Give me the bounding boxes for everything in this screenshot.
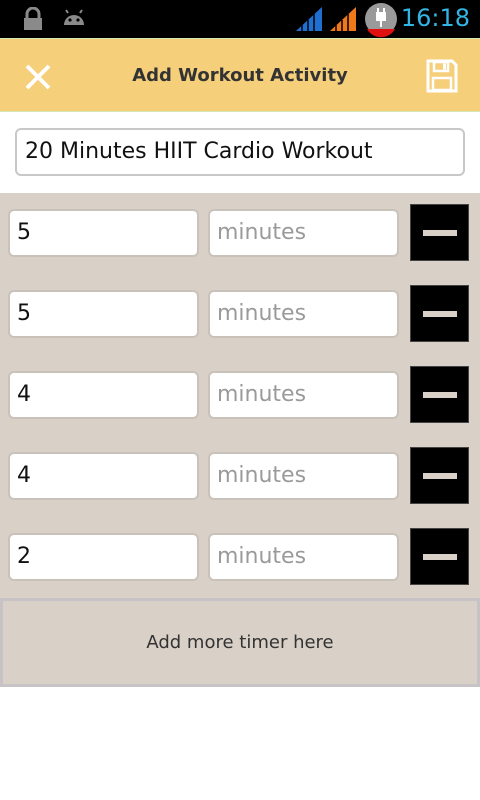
- signal-alt-icon: [330, 7, 356, 35]
- timer-row: 5 minutes: [0, 285, 480, 350]
- minus-icon: [423, 473, 457, 479]
- lock-icon: [22, 6, 44, 35]
- minus-icon: [423, 230, 457, 236]
- minus-icon: [423, 392, 457, 398]
- timer-value-input[interactable]: 2: [8, 533, 199, 581]
- battery-charging-icon: [364, 2, 398, 42]
- remove-timer-button[interactable]: [410, 285, 469, 342]
- minus-icon: [423, 311, 457, 317]
- signal-icon: [296, 7, 322, 35]
- timer-unit-input[interactable]: minutes: [208, 290, 399, 338]
- status-bar: 16:18: [0, 0, 480, 38]
- minus-icon: [423, 554, 457, 560]
- timer-row: 5 minutes: [0, 204, 480, 269]
- timer-unit-input[interactable]: minutes: [208, 452, 399, 500]
- save-icon[interactable]: [426, 59, 458, 93]
- timer-value-input[interactable]: 5: [8, 209, 199, 257]
- timer-row: 4 minutes: [0, 447, 480, 512]
- add-more-timer-button[interactable]: Add more timer here: [0, 598, 480, 687]
- timer-unit-input[interactable]: minutes: [208, 533, 399, 581]
- timer-unit-input[interactable]: minutes: [208, 209, 399, 257]
- remove-timer-button[interactable]: [410, 447, 469, 504]
- remove-timer-button[interactable]: [410, 204, 469, 261]
- android-icon: [62, 9, 86, 31]
- remove-timer-button[interactable]: [410, 366, 469, 423]
- timer-value-input[interactable]: 4: [8, 371, 199, 419]
- page-title: Add Workout Activity: [132, 65, 348, 86]
- remove-timer-button[interactable]: [410, 528, 469, 585]
- status-time: 16:18: [400, 4, 470, 32]
- workout-name-field[interactable]: 20 Minutes HIIT Cardio Workout: [15, 128, 465, 176]
- action-bar: Add Workout Activity: [0, 38, 480, 112]
- timer-list: 5 minutes 5 minutes 4 minutes 4 minutes …: [0, 193, 480, 598]
- timer-row: 2 minutes: [0, 528, 480, 593]
- timer-value-input[interactable]: 5: [8, 290, 199, 338]
- timer-unit-input[interactable]: minutes: [208, 371, 399, 419]
- timer-value-input[interactable]: 4: [8, 452, 199, 500]
- timer-row: 4 minutes: [0, 366, 480, 431]
